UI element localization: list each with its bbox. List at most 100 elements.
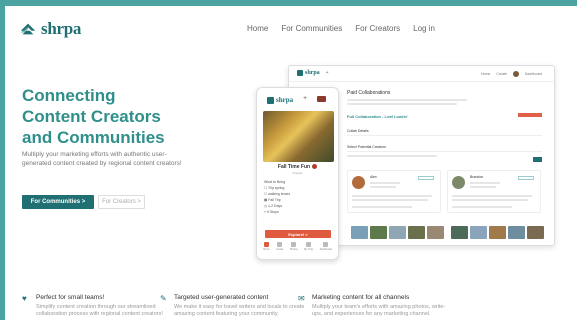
tab-label: Photos (289, 248, 298, 251)
mock-selected-collab: Full Collaboration - Leaf Lookin' (347, 114, 408, 119)
feature-title: Marketing content for all channels (312, 294, 410, 301)
mock-creator-card: Alex (347, 170, 441, 213)
main-nav: Home For Communities For Creators Log in (247, 24, 435, 33)
mock-photo (389, 226, 406, 239)
create-icon (277, 242, 283, 247)
mock-photo (470, 226, 487, 239)
mock-brand: shrpa (305, 70, 320, 76)
mock-creator-card: Brandon (447, 170, 541, 213)
trips-icon (306, 242, 312, 247)
mock-photo (508, 226, 525, 239)
phone-tab-create: Create (276, 242, 284, 251)
mock-section-label: Collab Details (347, 128, 369, 133)
mock-text-line (370, 186, 396, 188)
list-item-text: walking shoes (268, 192, 291, 196)
mock-teal-button (533, 157, 542, 162)
mock-text-line (452, 206, 512, 208)
mock-text-line (352, 199, 428, 201)
mock-text-line (347, 155, 437, 157)
list-item-text: Trip spring (268, 186, 285, 190)
headline-line-2: Content Creators (22, 107, 161, 126)
photos-icon (291, 242, 297, 247)
mock-photo (427, 226, 444, 239)
mock-nav-home: Home (481, 72, 491, 76)
mock-title: Paid Collaborations (347, 90, 391, 96)
feature-desc: Multiply your team's efforts with amazin… (312, 304, 446, 317)
mock-red-button (518, 113, 542, 117)
mock-section-creators: Select Potential Creators (347, 142, 542, 152)
tab-label: Create (276, 248, 284, 251)
nav-login[interactable]: Log in (413, 24, 435, 33)
heart-icon: ♥ (22, 294, 27, 303)
dashboard-icon (323, 242, 329, 247)
list-item-text: Fall Trip (268, 198, 281, 202)
brand-logo[interactable]: shrpa (19, 19, 81, 39)
shrpa-logo-icon (20, 23, 36, 35)
mock-avatar (512, 71, 519, 77)
mock-topbar: shrpa + Home Create Dashboard (289, 66, 554, 82)
mock-nav-create: Create (496, 72, 507, 76)
mock-section-details: Collab Details (347, 126, 542, 136)
card-title-text: Fall Time Fun (277, 164, 311, 170)
phone-tab-trips: My Trips (304, 242, 313, 251)
mock-logo-icon (297, 70, 303, 76)
mock-section-label: Select Potential Creators (347, 144, 386, 149)
list-item-text: 5 Stops (266, 210, 279, 214)
mock-text-line (470, 186, 496, 188)
phone-tabbar: Home Create Photos My Trips Dashboard (263, 242, 332, 251)
mock-photo (351, 226, 368, 239)
landing-page: shrpa Home For Communities For Creators … (5, 6, 577, 320)
tab-label: My Trips (303, 248, 314, 251)
creator-select-button (518, 176, 534, 180)
mock-photo (370, 226, 387, 239)
creator-name: Brandon (470, 175, 484, 179)
creator-select-button (418, 176, 434, 180)
feature-title: Perfect for small teams! (36, 294, 105, 301)
hero-subtitle: Multiply your marketing efforts with aut… (22, 151, 182, 167)
mock-photo (489, 226, 506, 239)
for-creators-button[interactable]: For Creators > (98, 195, 145, 209)
mock-text-line (370, 182, 400, 184)
nav-for-communities[interactable]: For Communities (281, 24, 342, 33)
creator-badge-icon (312, 164, 318, 170)
phone-mockup: shrpa + Fall Time Fun Creator What to Br… (256, 87, 339, 260)
phone-logo-icon (267, 96, 274, 104)
headline-line-3: and Communities (22, 128, 165, 147)
mock-photo-strip (351, 226, 444, 239)
autumn-photo (263, 111, 334, 162)
mock-photo (408, 226, 425, 239)
edit-icon: ✎ (160, 294, 167, 303)
phone-logo: shrpa (267, 96, 293, 104)
for-communities-button[interactable]: For Communities > (22, 195, 94, 209)
list-item-text: 1-2 Days (268, 204, 283, 208)
mock-nav-dashboard: Dashboard (524, 72, 542, 76)
brand-name: shrpa (41, 19, 82, 38)
tab-label: Home (263, 248, 270, 251)
mock-text-line (347, 103, 457, 105)
headline-line-1: Connecting (22, 86, 116, 105)
phone-tab-home: Home (263, 242, 270, 251)
feature-title: Targeted user-generated content (174, 294, 269, 301)
mock-logo: shrpa + (297, 70, 329, 76)
phone-tab-dashboard: Dashboard (320, 242, 332, 251)
phone-plus-icon: + (303, 95, 308, 102)
nav-home[interactable]: Home (247, 24, 268, 33)
mock-photo (527, 226, 544, 239)
mock-photo-strip (451, 226, 544, 239)
mock-text-line (452, 199, 528, 201)
chat-icon: ✉ (298, 294, 305, 303)
creator-avatar (352, 176, 365, 189)
mock-photo (451, 226, 468, 239)
phone-card-title: Fall Time Fun (257, 164, 338, 170)
feature-desc: We make it easy for travel writers and l… (174, 304, 305, 317)
mock-text-line (452, 195, 532, 197)
phone-details-list: What to Bring ☐ Trip spring ☐ walking sh… (264, 179, 290, 215)
mock-text-line (352, 206, 412, 208)
mock-text-line (347, 99, 467, 101)
creator-avatar (452, 176, 465, 189)
phone-tab-photos: Photos (290, 242, 298, 251)
feature-desc: Simplify content creation through our st… (36, 304, 163, 317)
phone-card-sub: Creator (292, 171, 303, 175)
mock-nav: Home Create Dashboard (481, 71, 542, 77)
nav-for-creators[interactable]: For Creators (355, 24, 400, 33)
